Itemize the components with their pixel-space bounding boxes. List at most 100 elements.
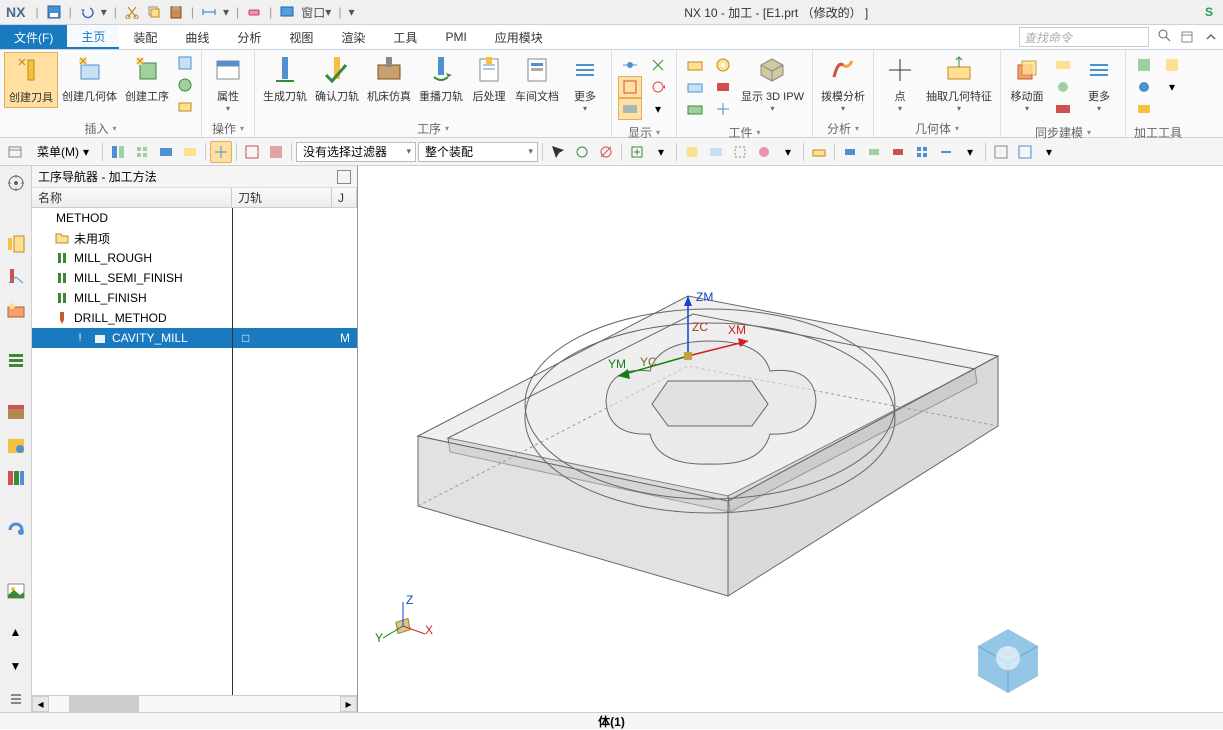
tab-tools[interactable]: 工具 — [379, 25, 431, 49]
tb-4[interactable] — [179, 141, 201, 163]
tb-8[interactable] — [547, 141, 569, 163]
move-face-button[interactable]: 移动面▾ — [1005, 52, 1049, 115]
tb-26[interactable] — [1014, 141, 1036, 163]
scroll-left-icon[interactable]: ◂ — [32, 696, 49, 712]
selection-filter-dropdown[interactable]: 没有选择过滤器 — [296, 142, 416, 162]
rail-reuse-icon[interactable] — [3, 432, 29, 457]
tb-23[interactable] — [935, 141, 957, 163]
scroll-thumb[interactable] — [69, 696, 139, 712]
insert-small-2[interactable] — [173, 74, 197, 96]
pin-icon[interactable] — [337, 170, 351, 184]
group-arrow[interactable]: ▾ — [955, 124, 959, 133]
tb-17[interactable]: ▾ — [777, 141, 799, 163]
group-arrow[interactable]: ▾ — [445, 124, 449, 133]
paste-icon[interactable] — [167, 3, 185, 21]
rail-down-icon[interactable]: ▼ — [3, 653, 29, 678]
tb-25[interactable] — [990, 141, 1012, 163]
tb-14[interactable] — [705, 141, 727, 163]
rail-geometry-nav-icon[interactable] — [3, 298, 29, 323]
part-small-5[interactable] — [711, 76, 735, 98]
group-arrow[interactable]: ▾ — [656, 128, 660, 137]
command-search[interactable]: 查找命令 — [1019, 27, 1149, 47]
undo-icon[interactable] — [78, 3, 96, 21]
part-small-2[interactable] — [683, 76, 707, 98]
tb-11[interactable] — [626, 141, 648, 163]
properties-button[interactable]: 属性▾ — [206, 52, 250, 115]
col-name[interactable]: 名称 — [32, 188, 232, 207]
part-small-3[interactable] — [683, 98, 707, 120]
tab-options-icon[interactable] — [1175, 25, 1199, 49]
tb-3[interactable] — [155, 141, 177, 163]
rail-help-icon[interactable] — [3, 517, 29, 542]
tb-27[interactable]: ▾ — [1038, 141, 1060, 163]
display-small-3[interactable] — [618, 98, 642, 120]
copy-icon[interactable] — [145, 3, 163, 21]
tab-view[interactable]: 视图 — [275, 25, 327, 49]
insert-small-1[interactable] — [173, 52, 197, 74]
insert-small-3[interactable] — [173, 96, 197, 118]
rail-part-nav-icon[interactable] — [3, 347, 29, 372]
verify-toolpath-button[interactable]: 确认刀轨 — [311, 52, 363, 106]
create-geometry-button[interactable]: 创建几何体 — [58, 52, 121, 106]
rail-menu-icon[interactable] — [3, 686, 29, 711]
display-small-5[interactable] — [646, 76, 670, 98]
eraser-icon[interactable] — [245, 3, 263, 21]
group-arrow[interactable]: ▾ — [1087, 128, 1091, 137]
tb-9[interactable] — [571, 141, 593, 163]
search-icon[interactable] — [1153, 25, 1175, 45]
sync-small-3[interactable] — [1051, 98, 1075, 120]
display-small-2[interactable] — [618, 76, 642, 98]
dimension-icon[interactable] — [200, 3, 218, 21]
tab-app[interactable]: 应用模块 — [481, 25, 557, 49]
group-arrow[interactable]: ▾ — [855, 124, 859, 133]
tab-pmi[interactable]: PMI — [431, 25, 480, 49]
rail-history-icon[interactable] — [3, 399, 29, 424]
mfg-small-5[interactable]: ▾ — [1160, 76, 1184, 98]
tree-row-method[interactable]: METHOD — [32, 208, 357, 228]
display-small-6[interactable]: ▾ — [646, 98, 670, 120]
tab-analysis[interactable]: 分析 — [223, 25, 275, 49]
part-small-4[interactable] — [711, 54, 735, 76]
tb-16[interactable] — [753, 141, 775, 163]
cut-icon[interactable] — [123, 3, 141, 21]
extract-feature-button[interactable]: 抽取几何特征▾ — [922, 52, 996, 115]
rail-image-icon[interactable] — [3, 578, 29, 603]
tree-row-drill_method[interactable]: DRILL_METHOD — [32, 308, 357, 328]
group-arrow[interactable]: ▾ — [113, 124, 117, 133]
col-j[interactable]: J — [332, 188, 357, 207]
tab-home[interactable]: 主页 — [67, 25, 119, 49]
tb-22[interactable] — [911, 141, 933, 163]
save-icon[interactable] — [45, 3, 63, 21]
dim-dropdown[interactable]: ▾ — [220, 5, 232, 19]
more-process-button[interactable]: 更多▾ — [563, 52, 607, 115]
scope-dropdown[interactable]: 整个装配 — [418, 142, 538, 162]
tb-13[interactable] — [681, 141, 703, 163]
rail-machine-nav-icon[interactable] — [3, 265, 29, 290]
tb-19[interactable] — [839, 141, 861, 163]
mfg-small-2[interactable] — [1132, 76, 1156, 98]
tb-10[interactable] — [595, 141, 617, 163]
mfg-small-1[interactable] — [1132, 54, 1156, 76]
part-small-1[interactable] — [683, 54, 707, 76]
tab-assembly[interactable]: 装配 — [119, 25, 171, 49]
tb-5[interactable] — [210, 141, 232, 163]
sync-small-2[interactable] — [1051, 76, 1075, 98]
machine-simulate-button[interactable]: 机床仿真 — [363, 52, 415, 106]
collapse-ribbon-icon[interactable] — [1199, 25, 1223, 49]
rail-up-icon[interactable]: ▲ — [3, 620, 29, 645]
navigator-scrollbar[interactable]: ◂ ▸ — [32, 695, 357, 712]
screen-icon[interactable] — [278, 3, 296, 21]
mfg-small-4[interactable] — [1160, 54, 1184, 76]
nav-icon[interactable] — [4, 141, 26, 163]
group-arrow[interactable]: ▾ — [240, 124, 244, 133]
tb-7[interactable] — [265, 141, 287, 163]
mfg-small-3[interactable] — [1132, 98, 1156, 120]
shop-doc-button[interactable]: 车间文档 — [511, 52, 563, 106]
graphics-viewport[interactable]: ZM ZC XM YM YC Z X Y — [358, 166, 1223, 712]
display-small-4[interactable] — [646, 54, 670, 76]
tree-row-未用项[interactable]: 未用项 — [32, 228, 357, 248]
window-menu[interactable]: 窗口 ▾ — [298, 4, 334, 21]
create-operation-button[interactable]: 创建工序 — [121, 52, 173, 106]
sync-small-1[interactable] — [1051, 54, 1075, 76]
tb-18[interactable] — [808, 141, 830, 163]
